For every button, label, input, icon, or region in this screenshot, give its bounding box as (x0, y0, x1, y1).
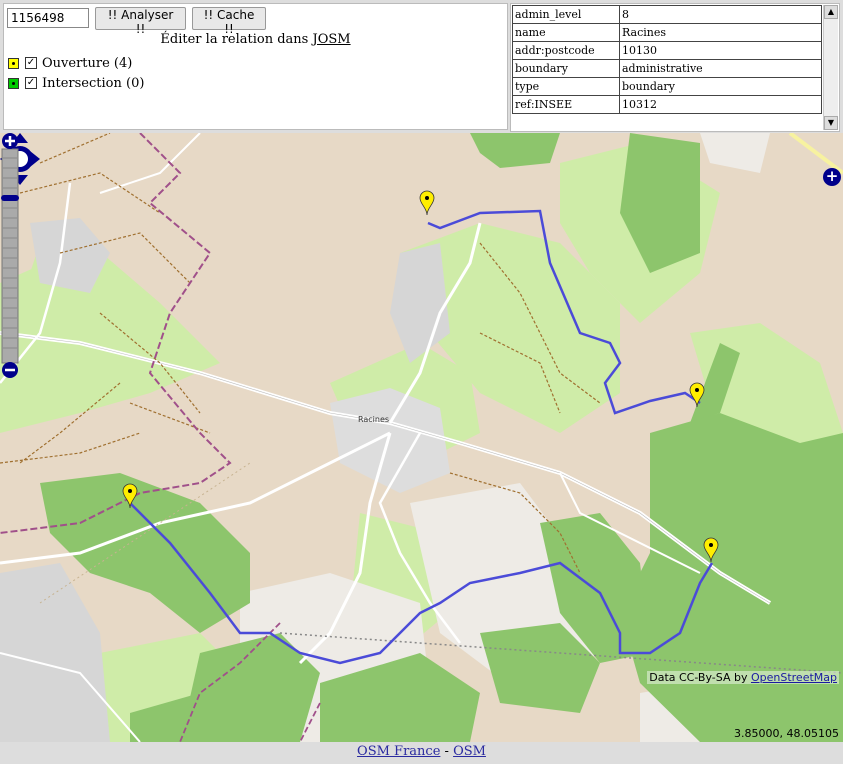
relation-id-input[interactable] (7, 8, 89, 28)
tag-value: 8 (619, 5, 822, 24)
tags-scrollbar[interactable]: ▲ ▼ (823, 5, 838, 130)
green-marker-swatch-icon (8, 77, 19, 89)
tag-key: addr:postcode (512, 41, 620, 60)
yellow-marker-swatch-icon (8, 57, 19, 69)
analyse-button[interactable]: !! Analyser !! (95, 7, 186, 36)
ouverture-checkbox[interactable]: ✓ (25, 57, 37, 69)
tag-value: administrative (619, 59, 822, 78)
scroll-up-icon[interactable]: ▲ (824, 5, 838, 19)
table-row: ref:INSEE 10312 (512, 95, 822, 114)
table-row: addr:postcode 10130 (512, 41, 822, 60)
tags-table: admin_level 8 name Racines addr:postcode 10… (512, 5, 822, 114)
tag-key: admin_level (512, 5, 620, 24)
ouverture-label: Ouverture (4) (42, 55, 133, 71)
josm-link[interactable]: JOSM (312, 32, 350, 47)
legend-item-intersection: ✓ Intersection (0) (8, 74, 144, 92)
intersection-label: Intersection (0) (42, 75, 145, 91)
intersection-checkbox[interactable]: ✓ (25, 77, 37, 89)
top-panel: !! Analyser !! !! Cache !! Éditer la rel… (0, 0, 843, 133)
osm-france-link[interactable]: OSM France (357, 744, 440, 759)
map-attribution: Data CC-By-SA by OpenStreetMap (647, 671, 839, 684)
layer-switcher-icon[interactable]: + (823, 168, 841, 186)
footer: OSM France - OSM (0, 742, 843, 764)
legend-item-ouverture: ✓ Ouverture (4) (8, 54, 132, 72)
footer-separator: - (440, 744, 454, 759)
tag-value: 10312 (619, 95, 822, 114)
relation-tags-panel: admin_level 8 name Racines addr:postcode 10… (510, 3, 840, 132)
edit-prefix-text: Éditer la relation dans (160, 32, 309, 47)
table-row: boundary administrative (512, 59, 822, 78)
map-tiles (0, 133, 843, 742)
map-marker-icon[interactable] (689, 382, 705, 408)
tag-value: 10130 (619, 41, 822, 60)
zoom-control[interactable] (0, 133, 20, 378)
tag-key: name (512, 23, 620, 42)
map-marker-icon[interactable] (419, 190, 435, 216)
analysis-controls: !! Analyser !! !! Cache !! Éditer la rel… (3, 3, 508, 130)
map-marker-icon[interactable] (122, 483, 138, 509)
openstreetmap-link[interactable]: OpenStreetMap (751, 671, 837, 684)
tag-value: Racines (619, 23, 822, 42)
tag-value: boundary (619, 77, 822, 96)
zoom-slider-handle[interactable] (1, 195, 19, 201)
tag-key: ref:INSEE (512, 95, 620, 114)
table-row: name Racines (512, 23, 822, 42)
attribution-text: Data CC-By-SA by (649, 671, 748, 684)
edit-in-josm-line: Éditer la relation dans JOSM (4, 32, 507, 47)
cache-button[interactable]: !! Cache !! (192, 7, 266, 36)
map-view[interactable]: Racines + Data CC-By-SA by OpenStreetMap… (0, 133, 843, 742)
table-row: type boundary (512, 77, 822, 96)
place-label-racines: Racines (358, 415, 390, 424)
tag-key: type (512, 77, 620, 96)
tag-key: boundary (512, 59, 620, 78)
mouse-coordinates: 3.85000, 48.05105 (734, 727, 839, 740)
table-row: admin_level 8 (512, 5, 822, 24)
map-marker-icon[interactable] (703, 537, 719, 563)
scroll-down-icon[interactable]: ▼ (824, 116, 838, 130)
osm-link[interactable]: OSM (453, 744, 486, 759)
